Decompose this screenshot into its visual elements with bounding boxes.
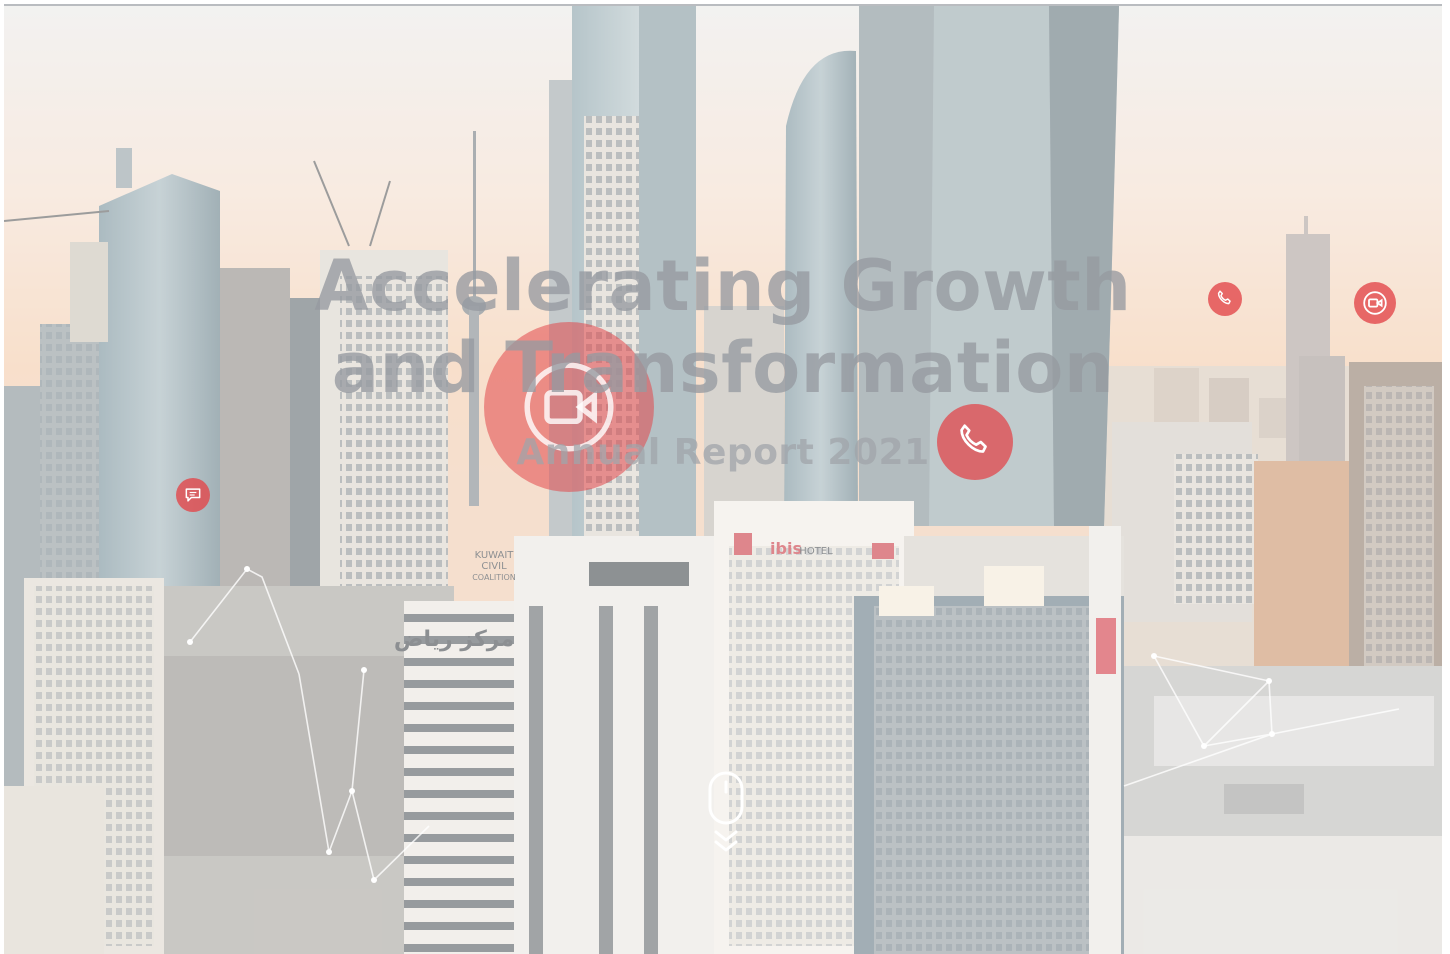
hero-subtitle: Annual Report 2021 (516, 432, 930, 473)
chat-bubble-small[interactable] (176, 478, 210, 512)
scroll-down-indicator[interactable] (704, 770, 748, 862)
mouse-scroll-icon (708, 771, 744, 825)
hero-title-line-2: and Transformation (331, 327, 1115, 409)
chat-icon (185, 488, 201, 502)
chevron-down-icon (714, 830, 738, 852)
hero-title-line-1: Accelerating Growth (314, 245, 1132, 327)
hero-banner: مركز رياض KUWAIT CIVIL COALITION ibis HO… (4, 4, 1442, 954)
